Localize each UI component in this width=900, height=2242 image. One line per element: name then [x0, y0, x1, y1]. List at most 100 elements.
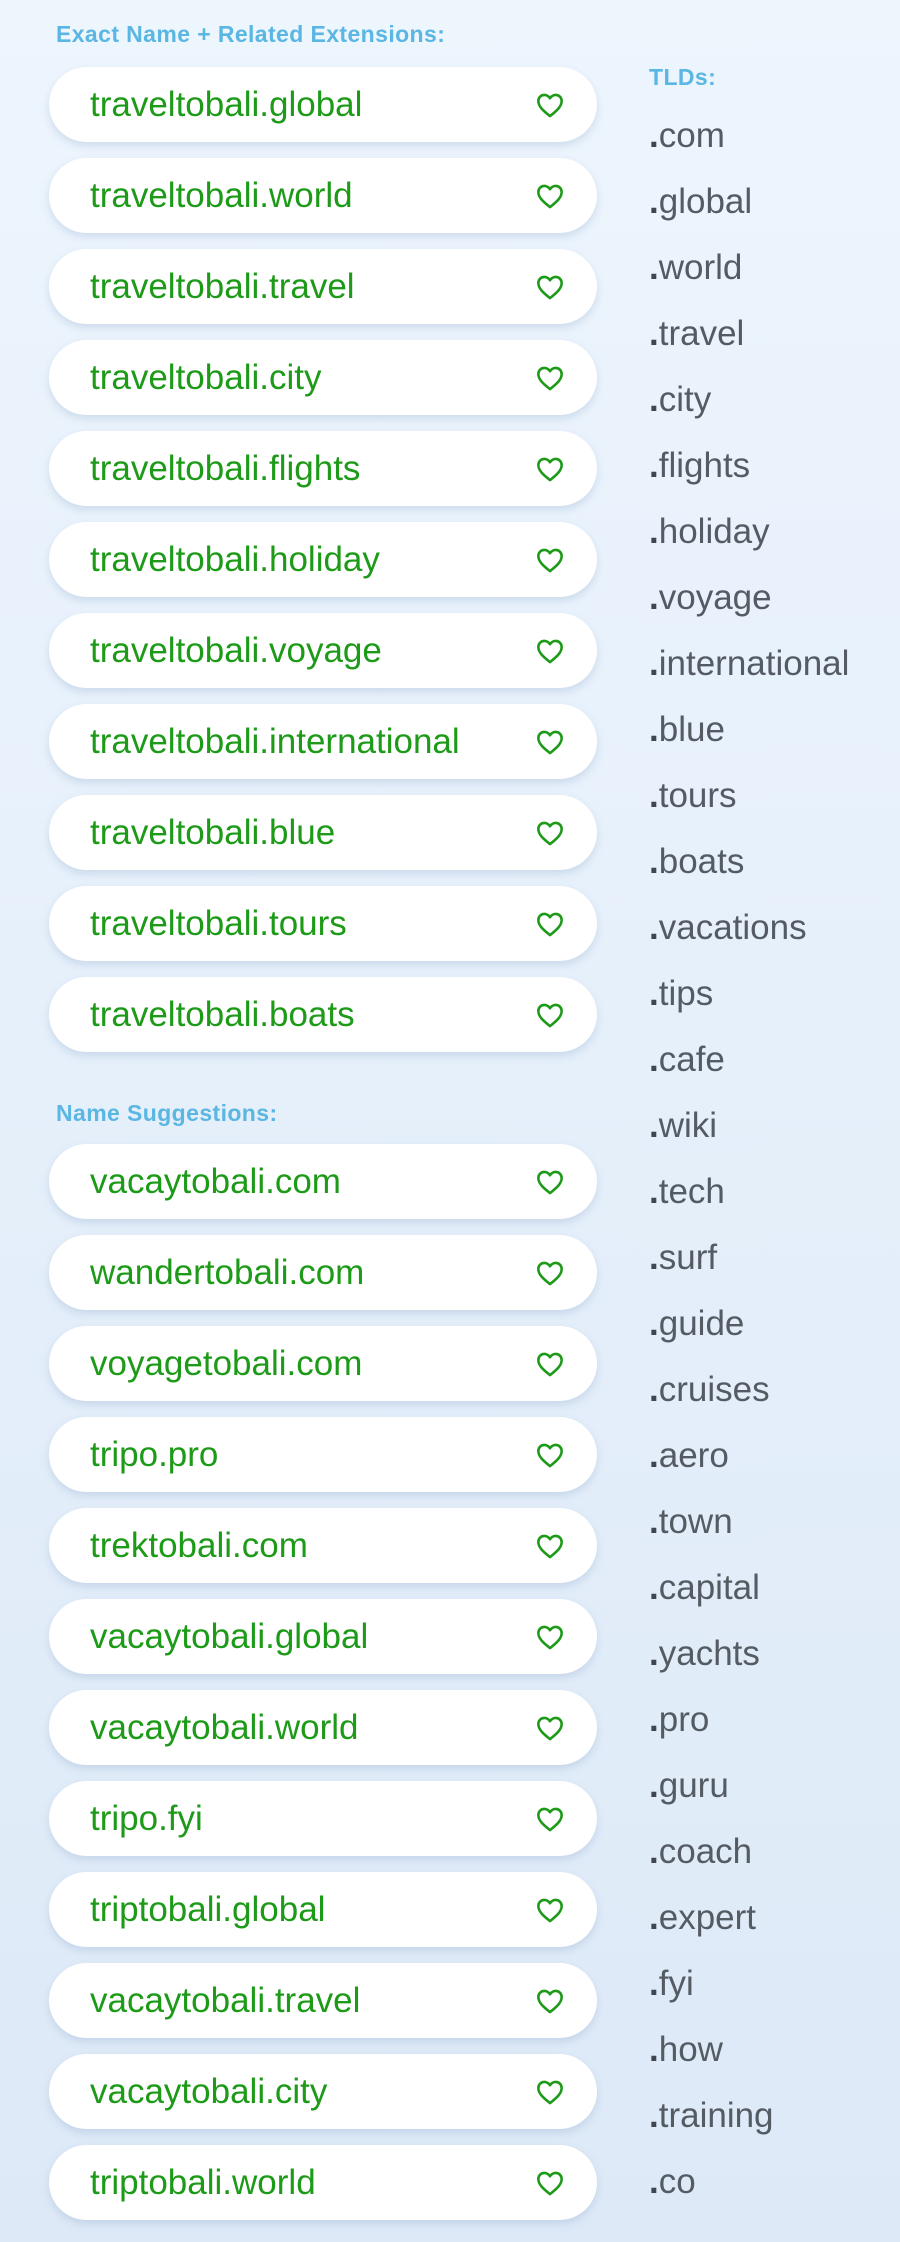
- favorite-button[interactable]: [535, 363, 565, 393]
- domain-card[interactable]: traveltobali.international: [49, 704, 597, 779]
- tld-option[interactable]: .cruises: [649, 1368, 899, 1434]
- tld-option[interactable]: .co: [649, 2160, 899, 2226]
- tld-option[interactable]: .global: [649, 180, 899, 246]
- domain-card[interactable]: vacaytobali.world: [49, 1690, 597, 1765]
- domain-card[interactable]: tripo.fyi: [49, 1781, 597, 1856]
- tld-option[interactable]: .surf: [649, 1236, 899, 1302]
- tld-dot: .: [649, 248, 659, 287]
- domain-card[interactable]: vacaytobali.travel: [49, 1963, 597, 2038]
- favorite-button[interactable]: [535, 1713, 565, 1743]
- favorite-button[interactable]: [535, 90, 565, 120]
- tld-option[interactable]: .international: [649, 642, 899, 708]
- tld-dot: .: [649, 116, 659, 155]
- domain-card[interactable]: vacaytobali.global: [49, 1599, 597, 1674]
- domain-card[interactable]: traveltobali.tours: [49, 886, 597, 961]
- domain-name: traveltobali.international: [90, 721, 460, 761]
- domain-card[interactable]: traveltobali.boats: [49, 977, 597, 1052]
- domain-card[interactable]: triptobali.world: [49, 2145, 597, 2220]
- tld-option[interactable]: .com: [649, 114, 899, 180]
- domain-card[interactable]: wandertobali.com: [49, 1235, 597, 1310]
- tld-option[interactable]: .cafe: [649, 1038, 899, 1104]
- domain-card[interactable]: tripo.pro: [49, 1417, 597, 1492]
- domain-card[interactable]: traveltobali.voyage: [49, 613, 597, 688]
- domain-card[interactable]: traveltobali.global: [49, 67, 597, 142]
- tld-option[interactable]: .world: [649, 246, 899, 312]
- tld-extension: town: [658, 1502, 733, 1541]
- tld-option[interactable]: .travel: [649, 312, 899, 378]
- tld-extension: cruises: [658, 1370, 770, 1409]
- tld-dot: .: [649, 1766, 659, 1805]
- heart-outline-icon: [537, 366, 563, 390]
- tld-dot: .: [649, 1040, 659, 1079]
- domain-card[interactable]: traveltobali.holiday: [49, 522, 597, 597]
- tld-option[interactable]: .holiday: [649, 510, 899, 576]
- tld-dot: .: [649, 710, 659, 749]
- tld-option[interactable]: .wiki: [649, 1104, 899, 1170]
- tld-option[interactable]: .town: [649, 1500, 899, 1566]
- tld-option[interactable]: .capital: [649, 1566, 899, 1632]
- tld-option[interactable]: .training: [649, 2094, 899, 2160]
- favorite-button[interactable]: [535, 272, 565, 302]
- domain-card[interactable]: vacaytobali.com: [49, 1144, 597, 1219]
- tld-option[interactable]: .tours: [649, 774, 899, 840]
- tld-option[interactable]: .guide: [649, 1302, 899, 1368]
- favorite-button[interactable]: [535, 1531, 565, 1561]
- tld-option[interactable]: .flights: [649, 444, 899, 510]
- tld-option[interactable]: .fyi: [649, 1962, 899, 2028]
- favorite-button[interactable]: [535, 1986, 565, 2016]
- tld-list: .com .global .world .travel .city .flights .ho…: [649, 114, 899, 2226]
- domain-card[interactable]: triptobali.global: [49, 1872, 597, 1947]
- domain-card[interactable]: vacaytobali.city: [49, 2054, 597, 2129]
- favorite-button[interactable]: [535, 1167, 565, 1197]
- tld-extension: expert: [658, 1898, 757, 1937]
- favorite-button[interactable]: [535, 1258, 565, 1288]
- domain-card[interactable]: traveltobali.city: [49, 340, 597, 415]
- favorite-button[interactable]: [535, 2168, 565, 2198]
- domain-card[interactable]: trektobali.com: [49, 1508, 597, 1583]
- tld-option[interactable]: .voyage: [649, 576, 899, 642]
- tld-extension: co: [658, 2162, 696, 2201]
- tld-extension: aero: [658, 1436, 729, 1475]
- tld-option[interactable]: .yachts: [649, 1632, 899, 1698]
- favorite-button[interactable]: [535, 818, 565, 848]
- favorite-button[interactable]: [535, 1804, 565, 1834]
- tld-option[interactable]: .aero: [649, 1434, 899, 1500]
- favorite-button[interactable]: [535, 2077, 565, 2107]
- tld-option[interactable]: .guru: [649, 1764, 899, 1830]
- favorite-button[interactable]: [535, 1349, 565, 1379]
- tld-option[interactable]: .city: [649, 378, 899, 444]
- tld-option[interactable]: .how: [649, 2028, 899, 2094]
- favorite-button[interactable]: [535, 181, 565, 211]
- favorite-button[interactable]: [535, 545, 565, 575]
- favorite-button[interactable]: [535, 1622, 565, 1652]
- favorite-button[interactable]: [535, 636, 565, 666]
- heart-outline-icon: [537, 1443, 563, 1467]
- domain-name: vacaytobali.world: [90, 1707, 359, 1747]
- tld-option[interactable]: .vacations: [649, 906, 899, 972]
- tld-option[interactable]: .boats: [649, 840, 899, 906]
- domain-card[interactable]: voyagetobali.com: [49, 1326, 597, 1401]
- favorite-button[interactable]: [535, 1440, 565, 1470]
- tld-option[interactable]: .tips: [649, 972, 899, 1038]
- tld-option[interactable]: .coach: [649, 1830, 899, 1896]
- domain-card[interactable]: traveltobali.world: [49, 158, 597, 233]
- favorite-button[interactable]: [535, 909, 565, 939]
- tld-column: TLDs: .com .global .world .travel .city .flig…: [649, 0, 899, 2226]
- domain-name: trektobali.com: [90, 1525, 308, 1565]
- favorite-button[interactable]: [535, 454, 565, 484]
- favorite-button[interactable]: [535, 727, 565, 757]
- domain-card[interactable]: traveltobali.travel: [49, 249, 597, 324]
- heart-outline-icon: [537, 1989, 563, 2013]
- domain-name: traveltobali.city: [90, 357, 322, 397]
- tld-dot: .: [649, 182, 659, 221]
- tld-option[interactable]: .pro: [649, 1698, 899, 1764]
- tld-dot: .: [649, 908, 659, 947]
- tld-option[interactable]: .blue: [649, 708, 899, 774]
- domain-card[interactable]: traveltobali.blue: [49, 795, 597, 870]
- tld-option[interactable]: .tech: [649, 1170, 899, 1236]
- favorite-button[interactable]: [535, 1000, 565, 1030]
- favorite-button[interactable]: [535, 1895, 565, 1925]
- tld-option[interactable]: .expert: [649, 1896, 899, 1962]
- domain-card[interactable]: traveltobali.flights: [49, 431, 597, 506]
- exact-domain-list: traveltobali.global traveltobali.world t…: [49, 67, 597, 1052]
